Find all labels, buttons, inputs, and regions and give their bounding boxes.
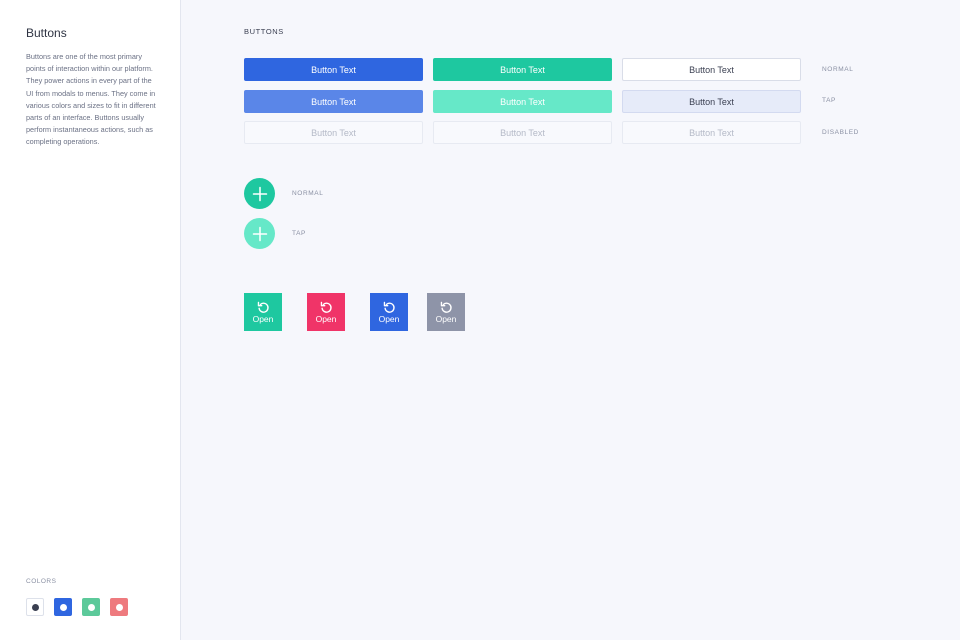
secondary-button-disabled: Button Text: [622, 121, 801, 144]
swatch-dot: [115, 603, 123, 611]
primary-button-tap[interactable]: Button Text: [244, 90, 423, 113]
row-label-normal: NORMAL: [822, 66, 854, 73]
row-label-tap: TAP: [822, 97, 836, 104]
plus-icon: [252, 226, 267, 241]
success-button-disabled: Button Text: [433, 121, 612, 144]
color-swatch-green[interactable]: [82, 598, 100, 616]
swatch-dot: [31, 603, 39, 611]
open-tile-green[interactable]: Open: [244, 293, 282, 331]
open-label: Open: [378, 313, 400, 324]
undo-icon: [257, 301, 269, 313]
secondary-button-tap[interactable]: Button Text: [622, 90, 801, 113]
primary-button-disabled: Button Text: [244, 121, 423, 144]
color-swatches: [26, 598, 128, 616]
success-button-tap[interactable]: Button Text: [433, 90, 612, 113]
open-tile-pink[interactable]: Open: [307, 293, 345, 331]
add-fab-normal[interactable]: [244, 178, 275, 209]
open-label: Open: [252, 313, 274, 324]
success-button[interactable]: Button Text: [433, 58, 612, 81]
swatch-dot: [87, 603, 95, 611]
open-tile-gray[interactable]: Open: [427, 293, 465, 331]
colors-heading: COLORS: [26, 578, 57, 585]
open-label: Open: [315, 313, 337, 324]
open-label: Open: [435, 313, 457, 324]
secondary-button[interactable]: Button Text: [622, 58, 801, 81]
color-swatch-blue[interactable]: [54, 598, 72, 616]
fab-label-normal: NORMAL: [292, 190, 324, 197]
plus-icon: [252, 186, 267, 201]
primary-button[interactable]: Button Text: [244, 58, 423, 81]
swatch-dot: [59, 603, 67, 611]
sidebar: Buttons Buttons are one of the most prim…: [0, 0, 181, 640]
page-title: Buttons: [26, 26, 67, 40]
color-swatch-red[interactable]: [110, 598, 128, 616]
color-swatch-dark[interactable]: [26, 598, 44, 616]
page-description: Buttons are one of the most primary poin…: [26, 52, 156, 147]
undo-icon: [440, 301, 452, 313]
add-fab-tap[interactable]: [244, 218, 275, 249]
open-tile-blue[interactable]: Open: [370, 293, 408, 331]
section-title: BUTTONS: [244, 27, 284, 36]
row-label-disabled: DISABLED: [822, 129, 859, 136]
undo-icon: [383, 301, 395, 313]
undo-icon: [320, 301, 332, 313]
fab-label-tap: TAP: [292, 230, 306, 237]
